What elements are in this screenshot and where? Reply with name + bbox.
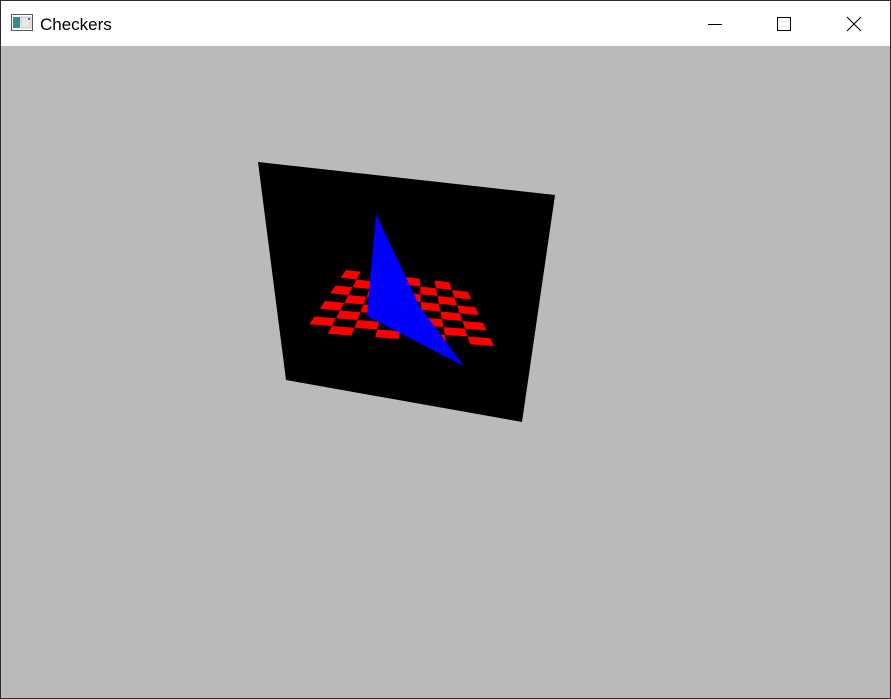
minimize-button[interactable] <box>680 1 750 46</box>
close-icon <box>846 16 862 31</box>
render-viewport[interactable] <box>1 46 890 698</box>
window-title: Checkers <box>40 15 112 34</box>
title-bar[interactable]: Checkers <box>1 1 890 46</box>
maximize-button[interactable] <box>749 1 819 46</box>
close-button[interactable] <box>819 1 889 46</box>
3d-scene <box>258 162 555 422</box>
application-window: Checkers <box>0 0 891 699</box>
window-app-icon <box>11 14 33 31</box>
maximize-icon <box>777 16 791 31</box>
minimize-icon <box>708 23 722 25</box>
